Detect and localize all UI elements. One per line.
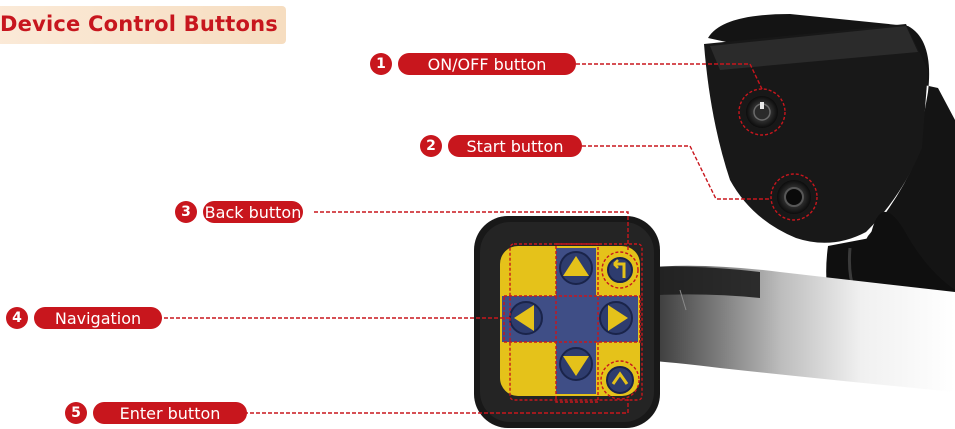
nav-up-button	[559, 251, 593, 285]
start-button-graphic	[777, 180, 811, 214]
callout-enter: 5 Enter button	[65, 402, 247, 424]
nav-left-button	[509, 301, 543, 335]
on-off-button-graphic	[746, 96, 778, 128]
callout-start: 2 Start button	[420, 135, 582, 157]
callout-back: 3 Back button	[175, 201, 303, 223]
callout-label: Back button	[203, 201, 303, 223]
callout-label: Start button	[448, 135, 582, 157]
callout-label: Navigation	[34, 307, 162, 329]
callout-label: ON/OFF button	[398, 53, 576, 75]
callout-label: Enter button	[93, 402, 247, 424]
callout-number: 3	[175, 201, 197, 223]
callout-number: 1	[370, 53, 392, 75]
callout-on-off: 1 ON/OFF button	[370, 53, 576, 75]
enter-button-graphic	[606, 366, 634, 394]
callout-number: 2	[420, 135, 442, 157]
diagram-stage: Device Control Buttons 1 ON/OFF button 2…	[0, 0, 955, 429]
callout-navigation: 4 Navigation	[6, 307, 162, 329]
callout-number: 5	[65, 402, 87, 424]
nav-down-button	[559, 347, 593, 381]
back-button-graphic	[607, 257, 633, 283]
callout-number: 4	[6, 307, 28, 329]
nav-right-button	[599, 301, 633, 335]
